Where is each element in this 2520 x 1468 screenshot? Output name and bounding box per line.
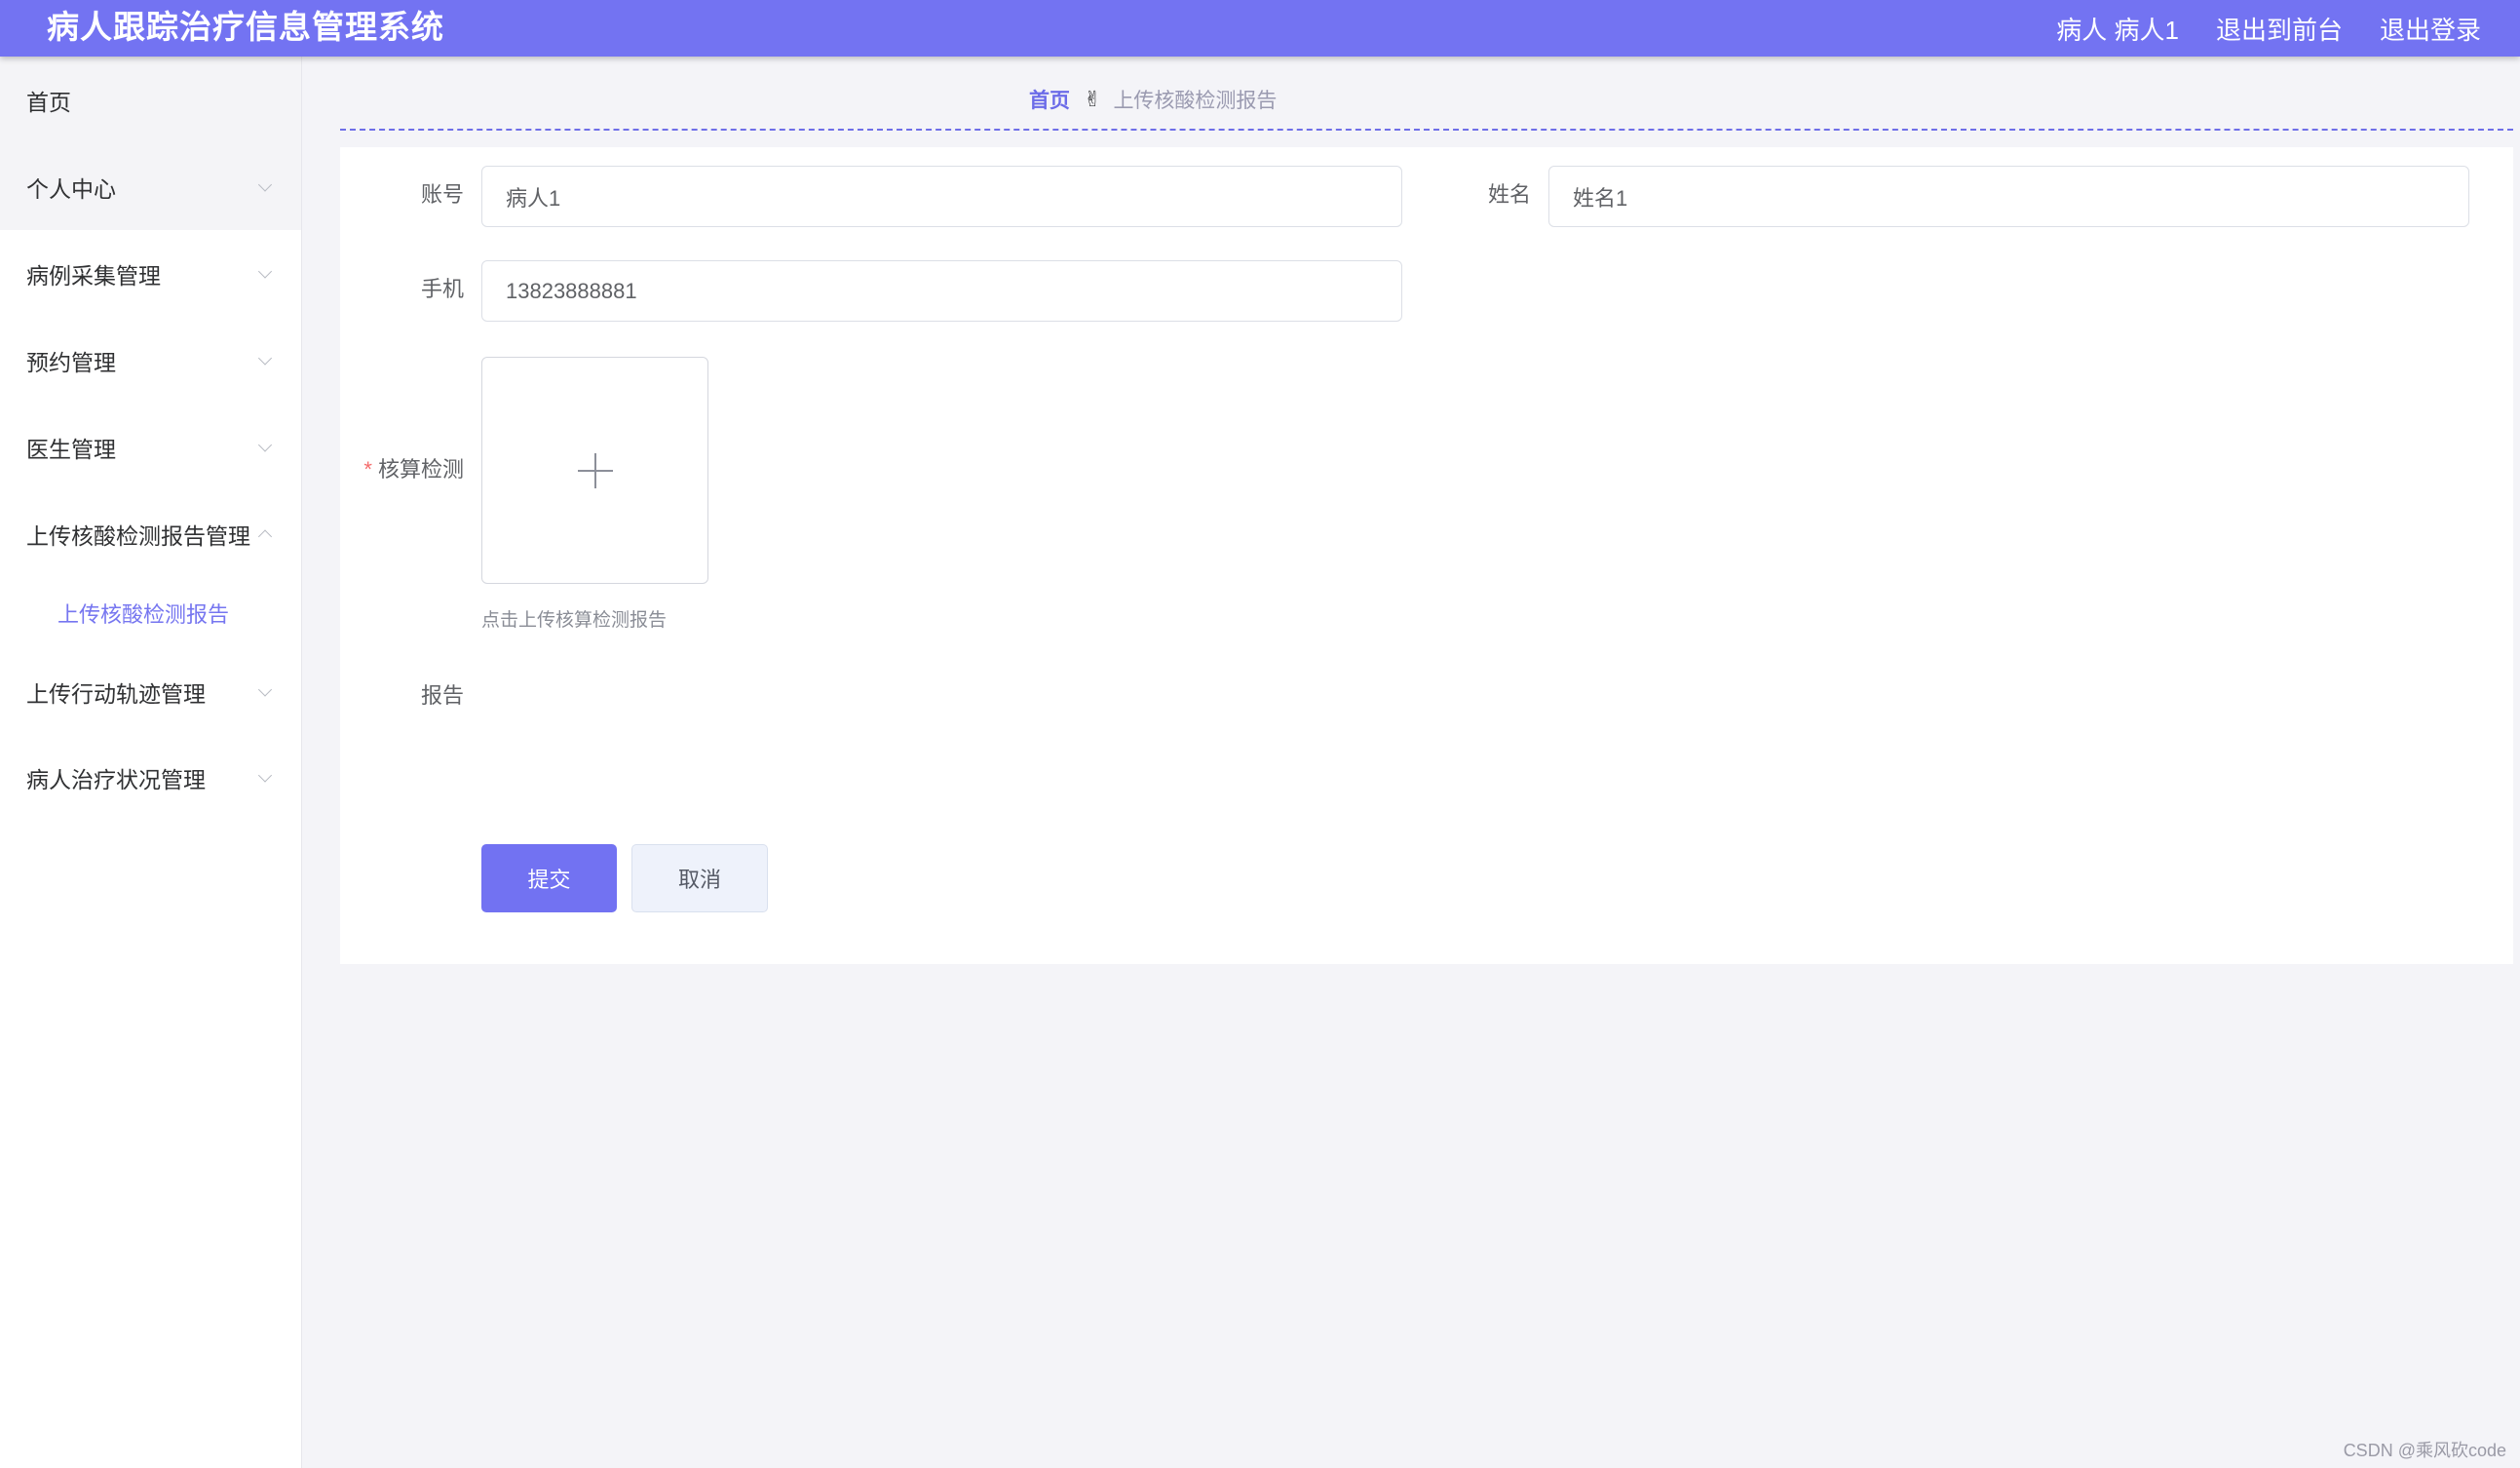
chevron-down-icon [257,350,273,366]
header-actions: 病人 病人1 退出到前台 退出登录 [2019,0,2481,57]
sidebar-item-label: 首页 [26,89,71,115]
name-input[interactable] [1548,166,2469,227]
sidebar-item-home[interactable]: 首页 [0,57,301,143]
sidebar-item-nucleic-report[interactable]: 上传核酸检测报告管理 [0,490,301,577]
sidebar-menu: 首页 个人中心 病例采集管理 预约管理 医生管理 上传核酸检测报告管理 上传核酸… [0,57,302,1468]
current-user-label: 病人 病人1 [2056,15,2179,45]
sidebar-item-label: 上传核酸检测报告管理 [26,522,250,549]
nucleic-test-label-text: 核算检测 [377,457,464,482]
sidebar-item-personal-center[interactable]: 个人中心 [0,143,301,230]
sidebar-item-label: 病例采集管理 [26,262,161,289]
nucleic-test-label: * 核算检测 [340,455,464,484]
submenu-item-label: 上传核酸检测报告 [57,602,230,627]
required-mark: * [363,457,372,482]
top-header: 病人跟踪治疗信息管理系统 病人 病人1 退出到前台 退出登录 [0,0,2520,57]
upload-form: 账号 姓名 手机 *核算检测 点击上传核算检测报告 报告 提交 取消 [340,147,2513,964]
chevron-down-icon [257,437,273,452]
account-input[interactable] [481,166,1402,227]
plus-icon-vertical [594,453,596,488]
sidebar-item-doctors[interactable]: 医生管理 [0,404,301,490]
sidebar-item-case-collection[interactable]: 病例采集管理 [0,230,301,317]
breadcrumb-current: 上传核酸检测报告 [1113,90,1278,112]
upload-hint: 点击上传核算检测报告 [481,610,668,631]
report-label: 报告 [420,683,464,708]
sidebar-item-label: 上传行动轨迹管理 [26,681,206,707]
chevron-up-icon [257,528,273,544]
submenu-item-upload-nucleic-report[interactable]: 上传核酸检测报告 [0,577,301,649]
hand-icon: ✌ [1084,87,1102,111]
breadcrumb-divider [340,129,2513,131]
upload-button[interactable] [481,357,708,584]
submit-button[interactable]: 提交 [481,844,617,912]
watermark: CSDN @乘风砍code [2343,1441,2506,1460]
sidebar-item-label: 医生管理 [26,436,116,462]
sidebar-item-label: 个人中心 [26,175,116,202]
app-title: 病人跟踪治疗信息管理系统 [47,9,444,45]
breadcrumb-home-link[interactable]: 首页 [1029,85,1070,114]
chevron-down-icon [257,263,273,279]
exit-to-front-link[interactable]: 退出到前台 [2216,11,2343,47]
sidebar-item-label: 预约管理 [26,349,116,375]
name-label: 姓名 [1487,182,1531,207]
chevron-down-icon [257,768,273,783]
logout-link[interactable]: 退出登录 [2380,11,2481,47]
sidebar-item-label: 病人治疗状况管理 [26,767,206,792]
cancel-button[interactable]: 取消 [631,844,768,912]
chevron-down-icon [257,682,273,697]
phone-label: 手机 [420,277,464,301]
account-label: 账号 [420,182,464,207]
chevron-down-icon [257,176,273,192]
breadcrumb: 首页 ✌ 上传核酸检测报告 [1029,82,1277,117]
sidebar-item-appointments[interactable]: 预约管理 [0,317,301,404]
sidebar-item-trajectory[interactable]: 上传行动轨迹管理 [0,649,301,735]
sidebar-item-treatment-status[interactable]: 病人治疗状况管理 [0,735,301,821]
phone-input[interactable] [481,260,1402,322]
